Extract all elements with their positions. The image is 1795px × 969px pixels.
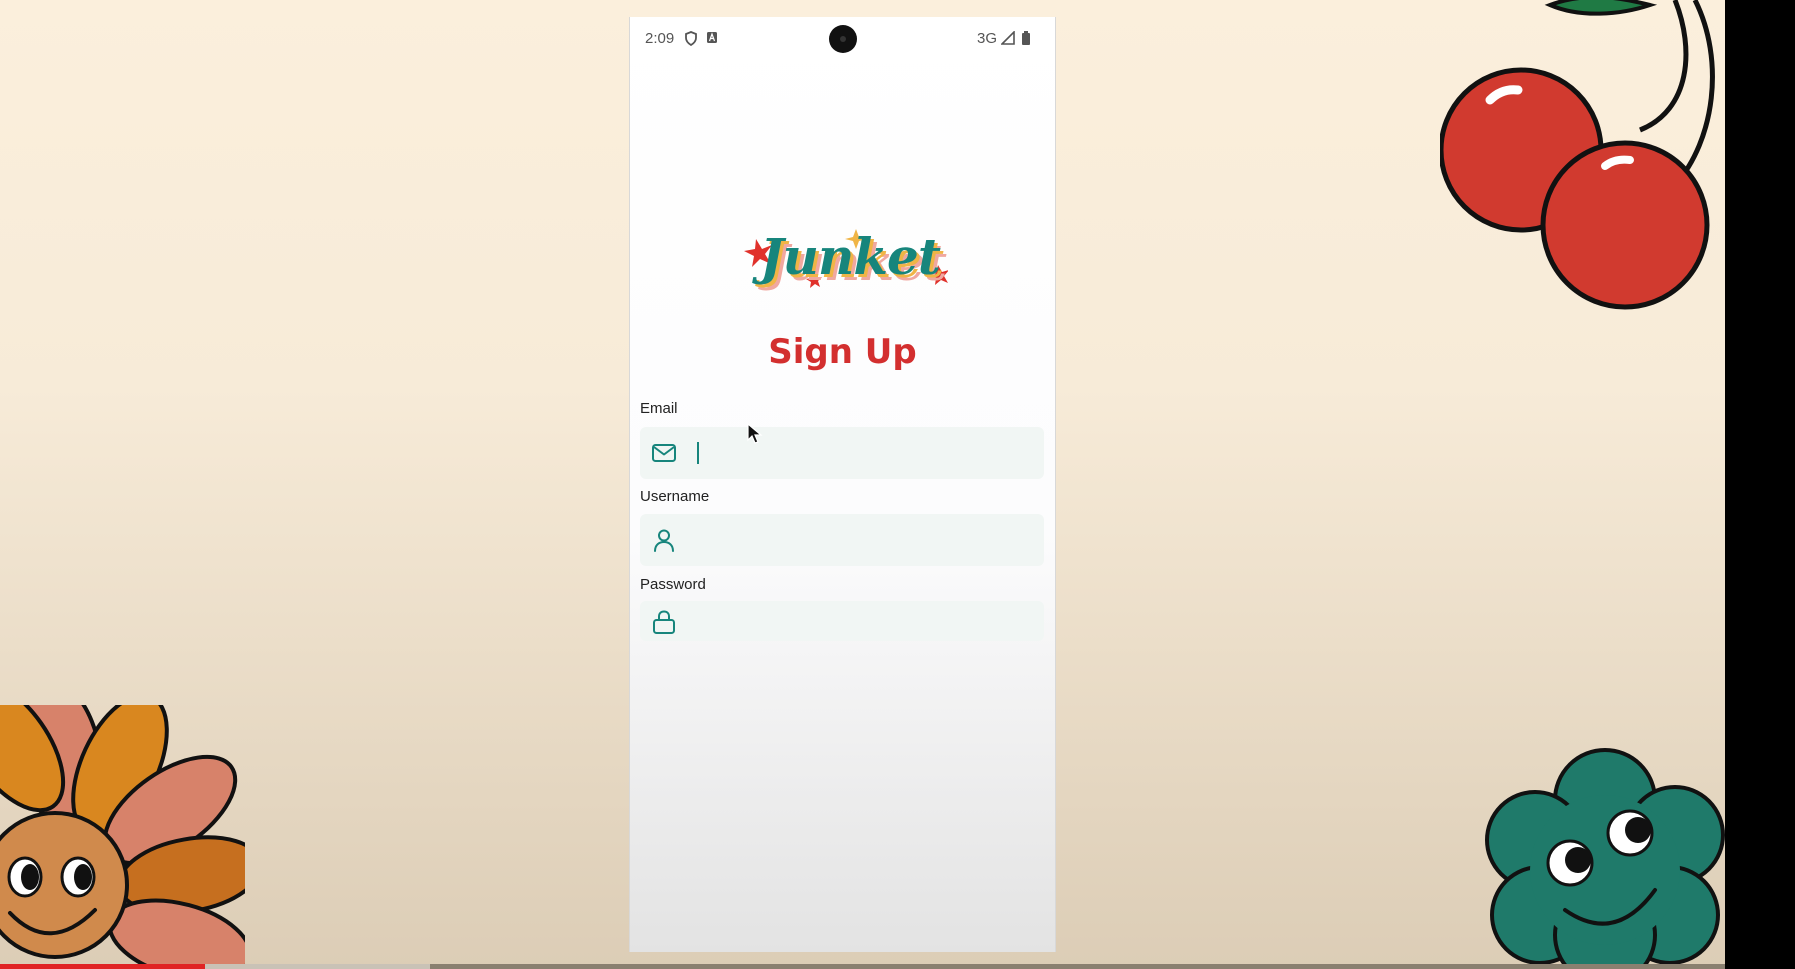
status-bar: 2:09 3G <box>630 17 1055 57</box>
smiling-teal-flower-decoration <box>1485 748 1725 969</box>
email-input[interactable] <box>688 435 1032 473</box>
shield-icon <box>685 31 697 46</box>
mail-icon <box>652 444 676 462</box>
username-input[interactable] <box>688 522 1032 560</box>
junket-logo: Junket <box>738 217 948 297</box>
battery-icon <box>1022 31 1030 45</box>
video-progress-bar[interactable] <box>0 964 1725 969</box>
camera-cutout <box>829 25 857 53</box>
email-field[interactable] <box>640 427 1044 479</box>
text-caret <box>697 442 699 464</box>
video-progress-buffered <box>205 964 430 969</box>
cherries-decoration <box>1440 0 1715 310</box>
a-badge-icon <box>707 32 717 43</box>
smiling-flower-decoration <box>0 705 245 969</box>
mouse-cursor-icon <box>747 423 763 444</box>
password-input[interactable] <box>688 603 1032 641</box>
password-field[interactable] <box>640 601 1044 641</box>
video-side-bar <box>1725 0 1795 969</box>
phone-screen: 2:09 3G Junket Sign Up Email Username Pa… <box>629 17 1056 952</box>
signal-icon <box>1001 31 1015 45</box>
email-label: Email <box>640 400 678 417</box>
network-type: 3G <box>977 30 998 47</box>
logo-text: Junket <box>760 227 941 286</box>
status-time: 2:09 <box>645 30 675 47</box>
username-label: Username <box>640 488 710 505</box>
lock-icon <box>653 610 675 634</box>
username-field[interactable] <box>640 514 1044 566</box>
user-icon <box>654 529 674 552</box>
password-label: Password <box>640 576 706 593</box>
video-progress-played <box>0 964 205 969</box>
page-title: Sign Up <box>768 332 917 372</box>
